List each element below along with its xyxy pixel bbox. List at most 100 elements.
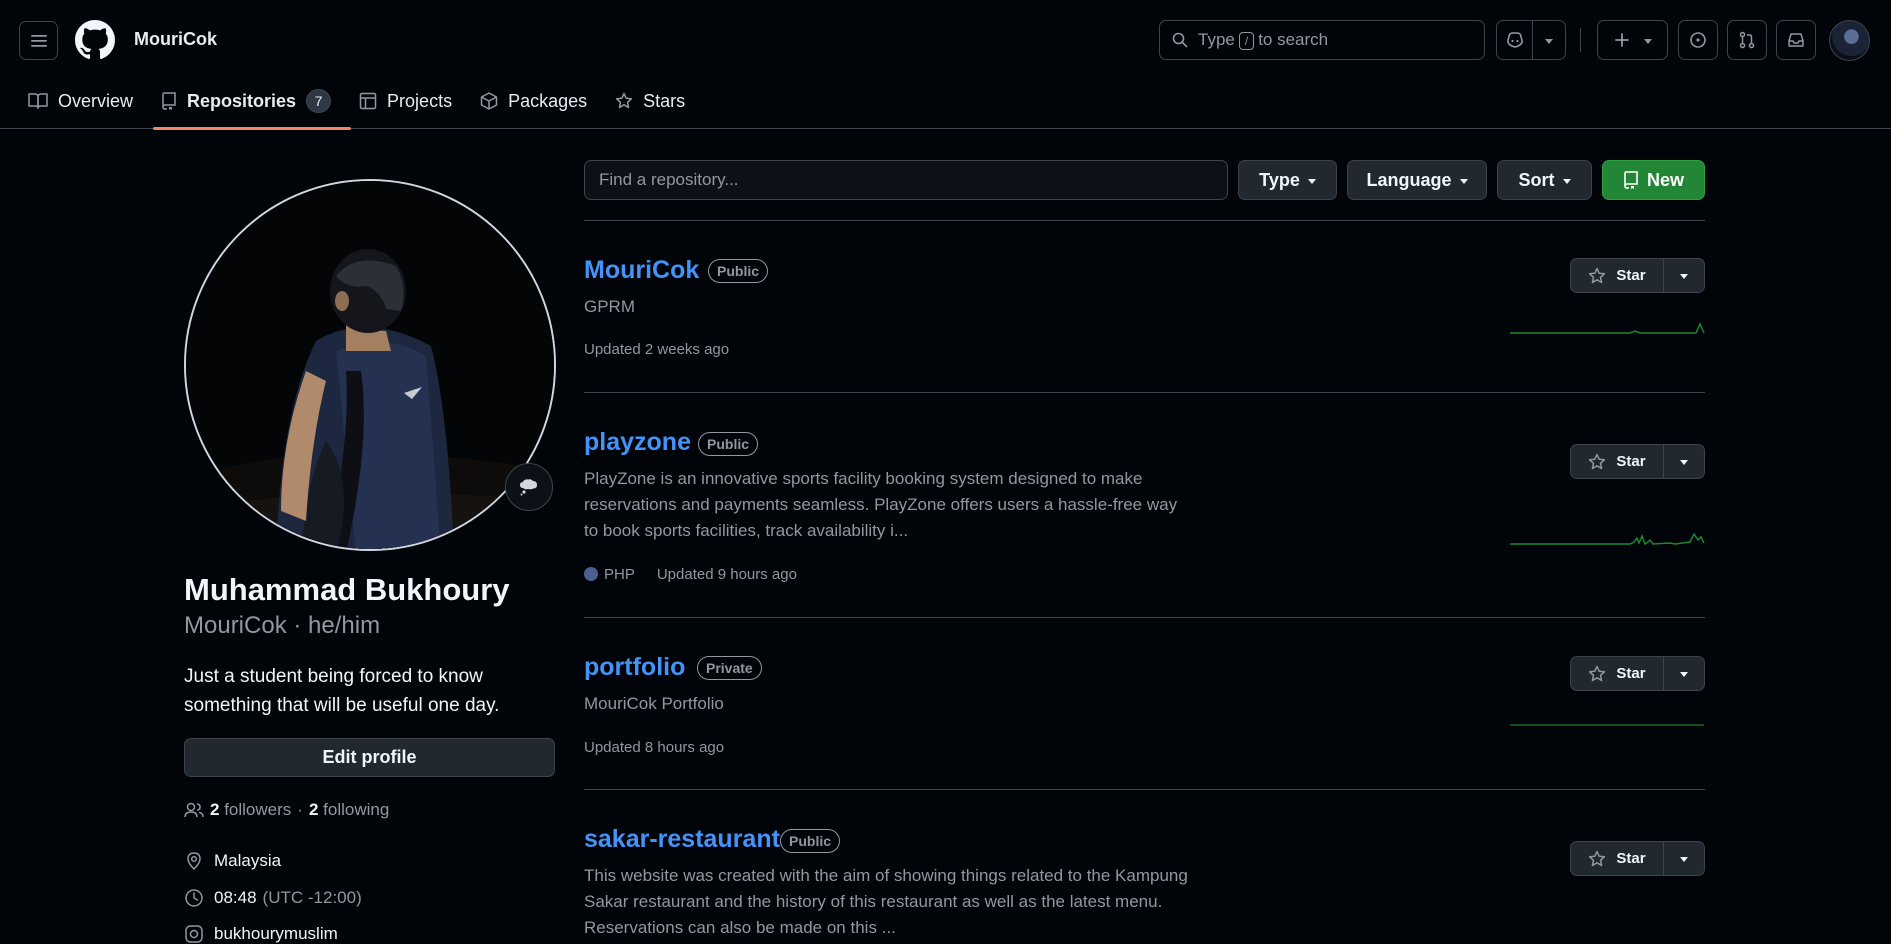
repo-icon	[162, 92, 176, 110]
chevron-down-icon	[1459, 178, 1468, 184]
create-new-button[interactable]	[1597, 20, 1668, 60]
tab-label: Projects	[387, 90, 453, 111]
separator-dot: ·	[297, 800, 303, 819]
location-icon	[187, 852, 201, 871]
profile-location: Malaysia	[184, 851, 281, 871]
new-repository-button[interactable]: New	[1602, 160, 1705, 200]
star-list-dropdown[interactable]	[1664, 259, 1704, 292]
search-icon	[1172, 32, 1188, 48]
instagram-icon	[185, 925, 203, 943]
star-button[interactable]: Star	[1571, 842, 1664, 875]
visibility-badge: Public	[780, 829, 841, 853]
star-button-group: Star	[1570, 841, 1705, 876]
repo-icon	[1624, 171, 1638, 189]
tab-overview[interactable]: Overview	[28, 86, 147, 116]
repo-link[interactable]: portfolio	[584, 653, 685, 682]
repo-link[interactable]: playzone	[584, 428, 691, 457]
following-link[interactable]: 2 following	[309, 800, 389, 820]
profile-social-link[interactable]: bukhourymuslim	[184, 924, 338, 944]
book-icon	[28, 93, 48, 109]
people-icon	[184, 802, 204, 818]
php-language-dot	[584, 567, 598, 581]
search-shortcut-key: /	[1238, 32, 1255, 50]
star-button[interactable]: Star	[1571, 657, 1664, 690]
find-repository-input[interactable]	[584, 160, 1228, 200]
list-divider	[584, 220, 1705, 221]
language-filter-button[interactable]: Language	[1347, 160, 1487, 200]
profile-avatar[interactable]	[184, 179, 556, 551]
visibility-badge: Public	[708, 259, 769, 283]
repo-meta: PHP Updated 9 hours ago	[584, 566, 797, 583]
star-button-group: Star	[1570, 444, 1705, 479]
header-divider	[1580, 28, 1581, 52]
repo-description: PlayZone is an innovative sports facilit…	[584, 469, 1178, 540]
hamburger-menu-button[interactable]	[19, 21, 58, 60]
active-tab-indicator	[153, 127, 352, 130]
star-icon	[1589, 665, 1606, 681]
chevron-down-icon	[1643, 38, 1652, 44]
profile-tabs: Overview Repositories 7 Projects Package…	[28, 86, 713, 130]
tab-projects[interactable]: Projects	[359, 86, 466, 116]
chevron-down-icon	[1680, 274, 1688, 279]
context-username[interactable]: MouriCok	[134, 29, 217, 50]
repo-updated: Updated 9 hours ago	[656, 566, 797, 583]
global-search-input[interactable]: Type / to search	[1159, 20, 1485, 60]
thought-bubble-icon	[520, 479, 537, 496]
tab-repositories[interactable]: Repositories 7	[153, 86, 352, 130]
repo-count-badge: 7	[306, 89, 332, 113]
repo-link[interactable]: MouriCok	[584, 256, 699, 285]
star-button[interactable]: Star	[1571, 445, 1664, 478]
repo-meta: Updated 8 hours ago	[584, 739, 724, 756]
plus-icon	[1614, 33, 1629, 47]
tab-label: Repositories	[187, 90, 297, 111]
profile-local-time: 08:48 (UTC -12:00)	[184, 888, 362, 908]
edit-profile-button[interactable]: Edit profile	[184, 738, 555, 777]
pull-requests-button[interactable]	[1727, 20, 1767, 60]
star-icon	[615, 92, 633, 109]
set-status-button[interactable]	[505, 463, 553, 511]
copilot-icon	[1506, 32, 1523, 48]
repo-description: This website was created with the aim of…	[584, 866, 1188, 937]
star-list-dropdown[interactable]	[1664, 657, 1704, 690]
issues-icon	[1690, 32, 1706, 48]
star-icon	[1589, 267, 1606, 283]
github-logo-icon[interactable]	[75, 20, 115, 60]
activity-sparkline	[1510, 322, 1705, 334]
repo-description: MouriCok Portfolio	[584, 694, 724, 713]
repo-updated: Updated 8 hours ago	[584, 739, 725, 756]
star-button-group: Star	[1570, 258, 1705, 293]
tab-label: Stars	[643, 90, 686, 111]
repo-description: GPRM	[584, 297, 635, 316]
star-icon	[1589, 850, 1606, 866]
copilot-dropdown[interactable]	[1533, 37, 1565, 44]
star-button-group: Star	[1570, 656, 1705, 691]
sort-button[interactable]: Sort	[1497, 160, 1592, 200]
tab-label: Overview	[58, 90, 134, 111]
user-avatar-menu[interactable]	[1829, 20, 1870, 61]
follow-stats: 2 followers · 2 following	[184, 800, 389, 820]
search-placeholder: Type / to search	[1198, 30, 1329, 50]
star-button[interactable]: Star	[1571, 259, 1664, 292]
inbox-icon	[1788, 33, 1804, 47]
repo-language: PHP	[584, 566, 635, 583]
star-list-dropdown[interactable]	[1664, 445, 1704, 478]
visibility-badge: Private	[697, 656, 762, 680]
global-header: MouriCok Type / to search Overview Repos…	[0, 0, 1891, 130]
copilot-button[interactable]	[1496, 20, 1566, 60]
tab-packages[interactable]: Packages	[480, 86, 601, 116]
repo-meta: Updated 2 weeks ago	[584, 341, 729, 358]
followers-link[interactable]: 2 followers	[210, 800, 291, 820]
tab-stars[interactable]: Stars	[615, 86, 699, 116]
repo-link[interactable]: sakar-restaurant	[584, 825, 780, 854]
profile-photo	[186, 181, 554, 549]
chevron-down-icon	[1545, 38, 1553, 44]
chevron-down-icon	[1307, 178, 1316, 184]
profile-full-name: Muhammad Bukhoury	[184, 572, 510, 607]
inbox-button[interactable]	[1776, 20, 1816, 60]
repo-updated: Updated 2 weeks ago	[584, 341, 730, 358]
activity-sparkline	[1510, 532, 1705, 546]
issues-button[interactable]	[1678, 20, 1718, 60]
chevron-down-icon	[1680, 460, 1688, 465]
star-list-dropdown[interactable]	[1664, 842, 1704, 875]
type-filter-button[interactable]: Type	[1238, 160, 1337, 200]
